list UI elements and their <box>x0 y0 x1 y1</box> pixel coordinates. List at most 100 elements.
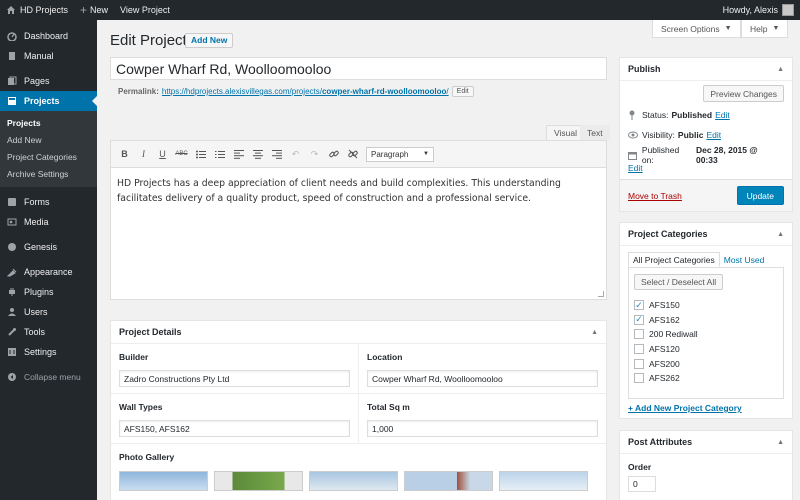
dashboard-icon <box>6 30 18 42</box>
move-to-trash-link[interactable]: Move to Trash <box>628 191 682 201</box>
undo-button[interactable]: ↶ <box>286 145 305 164</box>
checkbox[interactable]: ✓ <box>634 314 644 325</box>
post-attributes-header[interactable]: Post Attributes ▲ <box>620 431 792 454</box>
format-select[interactable]: Paragraph ▼ <box>366 146 434 162</box>
pages-icon <box>6 75 18 87</box>
visibility-edit-link[interactable]: Edit <box>706 130 721 140</box>
preview-changes-button[interactable]: Preview Changes <box>703 85 784 102</box>
submenu-item-archive-settings[interactable]: Archive Settings <box>0 166 97 183</box>
help-button[interactable]: Help ▼ <box>741 20 789 38</box>
collapse-arrow-icon[interactable]: ▲ <box>777 66 784 73</box>
sidebar-item-projects[interactable]: Projects <box>0 91 97 111</box>
sidebar-item-genesis[interactable]: Genesis <box>0 237 97 257</box>
add-new-category-link[interactable]: + Add New Project Category <box>620 399 792 417</box>
permalink-slug: cowper-wharf-rd-woolloomooloo <box>321 87 447 96</box>
align-right-button[interactable] <box>267 145 286 164</box>
italic-button[interactable]: I <box>134 145 153 164</box>
sidebar-item-pages[interactable]: Pages <box>0 71 97 91</box>
category-item[interactable]: AFS200 <box>634 356 778 371</box>
publish-header[interactable]: Publish ▲ <box>620 58 792 81</box>
sidebar-item-dashboard[interactable]: Dashboard <box>0 26 97 46</box>
checkbox[interactable] <box>634 358 644 369</box>
checkbox[interactable] <box>634 344 644 355</box>
account-menu[interactable]: Howdy, Alexis <box>717 0 800 20</box>
sidebar-item-manual[interactable]: Manual <box>0 46 97 66</box>
permalink-edit-button[interactable]: Edit <box>451 86 474 97</box>
sidebar-item-settings[interactable]: Settings <box>0 342 97 362</box>
screen-options-button[interactable]: Screen Options ▼ <box>652 20 741 38</box>
visibility-value: Public <box>677 130 704 140</box>
bullet-list-button[interactable] <box>191 145 210 164</box>
align-left-button[interactable] <box>229 145 248 164</box>
category-label: AFS162 <box>649 314 680 325</box>
redo-button[interactable]: ↷ <box>305 145 324 164</box>
site-name-link[interactable]: HD Projects <box>0 0 74 20</box>
status-value: Published <box>671 110 713 120</box>
checkbox[interactable]: ✓ <box>634 300 644 311</box>
insert-link-button[interactable] <box>324 145 343 164</box>
published-on-value: Dec 28, 2015 @ 00:33 <box>695 145 758 165</box>
project-details-box: Project Details ▲ Builder Zadro Construc… <box>110 320 607 500</box>
collapse-arrow-icon[interactable]: ▲ <box>777 231 784 238</box>
published-on-edit-link[interactable]: Edit <box>628 163 643 173</box>
project-details-header[interactable]: Project Details ▲ <box>111 321 606 344</box>
sidebar-item-media[interactable]: Media <box>0 212 97 232</box>
sidebar-item-forms[interactable]: Forms <box>0 192 97 212</box>
checkbox[interactable] <box>634 329 644 340</box>
resize-handle[interactable] <box>598 291 604 297</box>
gallery-thumbnail[interactable] <box>309 471 398 491</box>
tab-most-used[interactable]: Most Used <box>720 252 769 267</box>
sidebar-item-label: Forms <box>24 197 50 207</box>
builder-input[interactable]: Zadro Constructions Pty Ltd <box>119 370 350 387</box>
post-title-input[interactable]: Cowper Wharf Rd, Woolloomooloo <box>110 57 607 80</box>
sidebar-item-label: Manual <box>24 51 54 61</box>
tab-text[interactable]: Text <box>580 125 610 140</box>
category-item[interactable]: ✓ AFS150 <box>634 298 778 313</box>
collapse-menu-button[interactable]: Collapse menu <box>0 367 97 387</box>
numbered-list-button[interactable] <box>210 145 229 164</box>
category-item[interactable]: AFS120 <box>634 342 778 357</box>
view-project-link[interactable]: View Project <box>114 0 176 20</box>
submenu-item-add-new[interactable]: Add New <box>0 132 97 149</box>
total-sqm-input[interactable]: 1,000 <box>367 420 598 437</box>
order-input[interactable]: 0 <box>628 476 656 492</box>
new-content-link[interactable]: + New <box>74 0 114 20</box>
sidebar-item-users[interactable]: Users <box>0 302 97 322</box>
category-item[interactable]: AFS262 <box>634 371 778 386</box>
location-input[interactable]: Cowper Wharf Rd, Woolloomooloo <box>367 370 598 387</box>
editor-content[interactable]: HD Projects has a deep appreciation of c… <box>111 168 596 214</box>
gallery-thumbnail[interactable] <box>119 471 208 491</box>
admin-sidebar: Dashboard Manual Pages Projects Projects… <box>0 20 97 500</box>
sidebar-item-tools[interactable]: Tools <box>0 322 97 342</box>
remove-link-button[interactable] <box>343 145 362 164</box>
add-new-button[interactable]: Add New <box>185 33 234 48</box>
submenu-item-projects[interactable]: Projects <box>0 115 97 132</box>
permalink-link[interactable]: https://hdprojects.alexisvillegas.com/pr… <box>162 87 449 96</box>
gallery-thumbnail[interactable] <box>404 471 493 491</box>
select-deselect-all-button[interactable]: Select / Deselect All <box>634 274 724 290</box>
gallery-thumbnail[interactable] <box>214 471 303 491</box>
strikethrough-button[interactable]: ABC <box>172 145 191 164</box>
sidebar-item-plugins[interactable]: Plugins <box>0 282 97 302</box>
category-label: AFS262 <box>649 373 680 384</box>
category-item[interactable]: ✓ AFS162 <box>634 313 778 328</box>
project-categories-box: Project Categories ▲ All Project Categor… <box>619 222 793 419</box>
align-center-button[interactable] <box>248 145 267 164</box>
sidebar-item-appearance[interactable]: Appearance <box>0 262 97 282</box>
underline-button[interactable]: U <box>153 145 172 164</box>
tab-all-categories[interactable]: All Project Categories <box>628 252 720 267</box>
wall-types-input[interactable]: AFS150, AFS162 <box>119 420 350 437</box>
checkbox[interactable] <box>634 373 644 384</box>
gallery-thumbnail[interactable] <box>499 471 588 491</box>
category-item[interactable]: 200 Rediwall <box>634 327 778 342</box>
align-right-icon <box>271 149 282 159</box>
submenu-item-project-categories[interactable]: Project Categories <box>0 149 97 166</box>
collapse-arrow-icon[interactable]: ▲ <box>591 329 598 336</box>
update-button[interactable]: Update <box>736 186 784 205</box>
categories-header[interactable]: Project Categories ▲ <box>620 223 792 246</box>
calendar-icon <box>628 151 638 160</box>
collapse-arrow-icon[interactable]: ▲ <box>777 439 784 446</box>
bold-button[interactable]: B <box>115 145 134 164</box>
status-edit-link[interactable]: Edit <box>715 110 730 120</box>
unlink-icon <box>347 149 358 159</box>
